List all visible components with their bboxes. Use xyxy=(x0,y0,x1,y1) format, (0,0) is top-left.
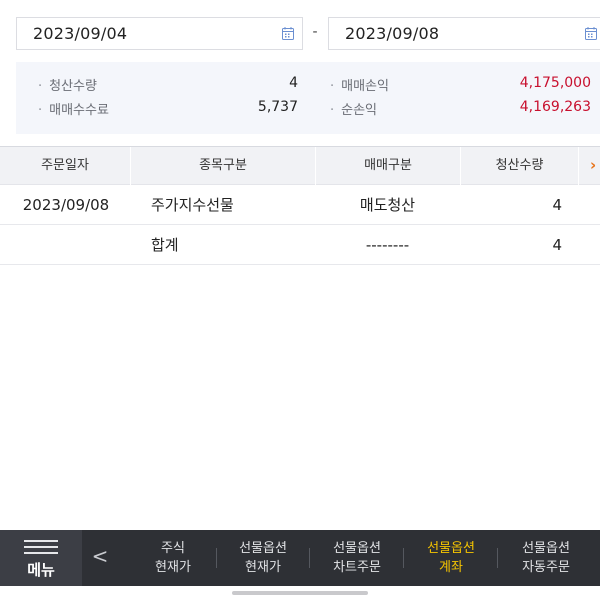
cell-trade-type: -------- xyxy=(365,236,410,254)
trade-fee-label: 매매수수료 xyxy=(38,99,109,118)
settlement-table: 주문일자 종목구분 매매구분 청산수량 › 2023/09/08 주가지수선물 … xyxy=(0,146,600,265)
nav-futures-auto-order[interactable]: 선물옵션 자동주문 xyxy=(500,530,592,586)
trade-pnl-label: 매매손익 xyxy=(330,75,389,94)
hamburger-icon xyxy=(24,540,58,554)
page: 2023/09/04 - 2023/09/08 · 청산수량 4 · 매매손익 … xyxy=(0,0,600,600)
trade-pnl-value: 4,175,000 xyxy=(519,75,591,91)
nav-item-label: 선물옵션 xyxy=(522,541,570,556)
nav-item-label: 선물옵션 xyxy=(427,541,475,556)
calendar-icon[interactable] xyxy=(282,27,294,40)
start-date-value: 2023/09/04 xyxy=(33,24,128,43)
nav-stock-price[interactable]: 주식 현재가 xyxy=(132,530,214,586)
date-range-bar: 2023/09/04 - 2023/09/08 xyxy=(0,0,600,62)
header-divider xyxy=(578,147,579,186)
summary-panel: 청산수량 4 매매손익 4,175,000 매매수수료 5,737 순손익 4,… xyxy=(16,62,600,134)
menu-label: 메뉴 xyxy=(27,561,55,579)
nav-divider xyxy=(309,548,310,568)
cell-item-type: 주가지수선물 xyxy=(151,196,234,214)
summary-row: 매매수수료 5,737 순손익 4,169,263 xyxy=(16,99,600,121)
settled-qty-label: 청산수량 xyxy=(38,75,97,94)
cell-trade-type: 매도청산 xyxy=(359,196,416,214)
nav-divider xyxy=(497,548,498,568)
nav-futures-account[interactable]: 선물옵션 계좌 xyxy=(406,530,496,586)
nav-divider xyxy=(403,548,404,568)
table-total-row: 합계 -------- 4 xyxy=(0,225,600,265)
nav-item-label: 차트주문 xyxy=(333,560,381,575)
net-pnl-label: 순손익 xyxy=(330,99,377,118)
header-settled-qty[interactable]: 청산수량 xyxy=(460,147,578,186)
nav-item-label: 선물옵션 xyxy=(239,541,287,556)
nav-item-label: 현재가 xyxy=(245,560,281,575)
net-pnl-value: 4,169,263 xyxy=(519,99,591,115)
nav-item-label: 주식 xyxy=(161,541,185,556)
end-date-field[interactable]: 2023/09/08 xyxy=(328,17,600,50)
nav-item-label: 선물옵션 xyxy=(333,541,381,556)
cell-total-qty: 4 xyxy=(552,236,562,254)
header-trade-type[interactable]: 매매구분 xyxy=(315,147,460,186)
start-date-field[interactable]: 2023/09/04 xyxy=(16,17,303,50)
trade-fee-value: 5,737 xyxy=(257,99,298,115)
home-indicator[interactable] xyxy=(232,591,368,595)
chevron-left-icon[interactable]: < xyxy=(86,530,114,586)
header-order-date[interactable]: 주문일자 xyxy=(0,147,130,186)
nav-item-label: 계좌 xyxy=(439,560,463,575)
nav-item-label: 자동주문 xyxy=(522,560,570,575)
calendar-icon[interactable] xyxy=(585,27,597,40)
menu-button[interactable]: 메뉴 xyxy=(0,530,82,586)
cell-settled-qty: 4 xyxy=(552,196,562,214)
settled-qty-value: 4 xyxy=(289,75,298,91)
table-header: 주문일자 종목구분 매매구분 청산수량 › xyxy=(0,146,600,186)
nav-item-label: 현재가 xyxy=(155,560,191,575)
nav-futures-price[interactable]: 선물옵션 현재가 xyxy=(220,530,306,586)
date-range-separator: - xyxy=(312,24,318,40)
header-item-type[interactable]: 종목구분 xyxy=(130,147,315,186)
nav-divider xyxy=(216,548,217,568)
cell-order-date xyxy=(0,225,132,265)
bottom-nav: 메뉴 < 주식 현재가 선물옵션 현재가 선물옵션 차트주문 선물옵션 계좌 선… xyxy=(0,530,600,586)
cell-order-date: 2023/09/08 xyxy=(22,196,110,214)
cell-total-label: 합계 xyxy=(151,236,179,254)
chevron-right-icon[interactable]: › xyxy=(590,147,596,186)
end-date-value: 2023/09/08 xyxy=(345,24,440,43)
table-row[interactable]: 2023/09/08 주가지수선물 매도청산 4 xyxy=(0,185,600,225)
summary-row: 청산수량 4 매매손익 4,175,000 xyxy=(16,75,600,97)
nav-futures-chart-order[interactable]: 선물옵션 차트주문 xyxy=(313,530,401,586)
home-indicator-area xyxy=(0,586,600,600)
